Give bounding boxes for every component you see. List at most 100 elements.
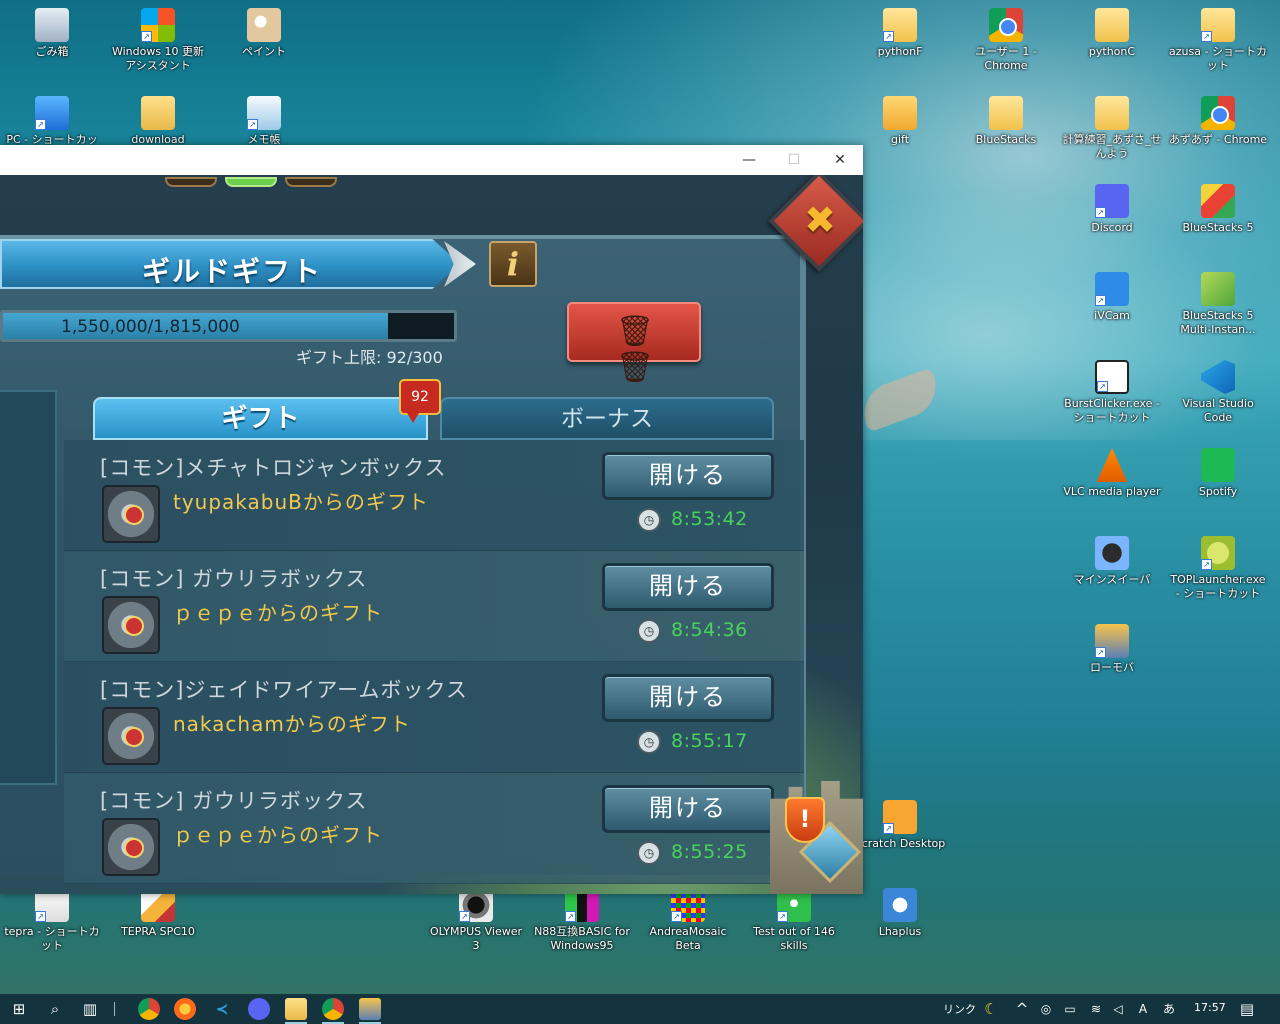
desktop-icon-gift[interactable]: gift — [850, 96, 950, 147]
close-window-button[interactable]: ✕ — [817, 145, 863, 175]
volume-icon[interactable]: ◁ — [1107, 998, 1129, 1020]
gift-name: [コモン]メチャトロジャンボックス — [100, 456, 447, 480]
tab-gift[interactable]: ギフト — [93, 397, 428, 440]
windows-update-icon: ↗ — [141, 8, 175, 42]
desktop-icon-scratch[interactable]: ↗ Scratch Desktop — [850, 800, 950, 851]
chrome-icon — [989, 8, 1023, 42]
desktop-icon-toplauncher[interactable]: ↗ TOPLauncher.exe - ショートカット — [1168, 536, 1268, 601]
trash-icon: 🗑🗑 — [615, 314, 655, 385]
gift-row: [コモン]ジェイドワイアームボックス nakachamからのギフト 開ける ◷ … — [64, 662, 804, 773]
desktop-icon-bluestacks-folder[interactable]: BlueStacks — [956, 96, 1056, 147]
chrome-icon[interactable] — [322, 998, 344, 1024]
desktop-icon-tepra-spc10[interactable]: TEPRA SPC10 — [108, 888, 208, 939]
desktop-icon-vlc[interactable]: VLC media player — [1062, 448, 1162, 499]
desktop-icon-vscode[interactable]: Visual Studio Code — [1168, 360, 1268, 425]
chrome-icon[interactable] — [138, 998, 160, 1020]
gift-list: [コモン]メチャトロジャンボックス tyupakabuBからのギフト 開ける ◷… — [64, 440, 804, 884]
explorer-icon[interactable] — [285, 998, 307, 1024]
gift-name: [コモン]ジェイドワイアームボックス — [100, 678, 468, 702]
page-dot-active — [225, 177, 277, 187]
delete-all-button[interactable]: 🗑🗑 — [567, 302, 701, 385]
desktop-icon-lords-mobile[interactable]: ↗ ローモバ — [1062, 624, 1162, 675]
search-icon[interactable]: ⌕ — [44, 998, 66, 1020]
clock-icon: ◷ — [637, 730, 661, 754]
close-icon[interactable]: ✖ — [800, 197, 840, 247]
spotify-icon — [1201, 448, 1235, 482]
guild-gift-progress-bar: 1,550,000/1,815,000 — [0, 310, 457, 342]
desktop-icon-test-skills[interactable]: ↗ Test out of 146 skills — [744, 888, 844, 953]
desktop-icon-olympus[interactable]: ↗ OLYMPUS Viewer 3 — [426, 888, 526, 953]
desktop-icon-recycle-bin[interactable]: ごみ箱 — [2, 8, 102, 59]
desktop-icon-pythonc[interactable]: pythonC — [1062, 8, 1162, 59]
notification-icon[interactable]: ▤ — [1236, 998, 1258, 1020]
input-mode-icon[interactable]: あ — [1158, 998, 1180, 1020]
battery-icon[interactable]: ▭ — [1059, 998, 1081, 1020]
alert-icon[interactable]: ! — [785, 797, 825, 843]
clock-text[interactable]: 17:57 — [1194, 1001, 1226, 1014]
lords-mobile-icon[interactable] — [359, 998, 381, 1024]
desktop-icon-bluestacks5[interactable]: BlueStacks 5 — [1168, 184, 1268, 235]
ime-icon[interactable]: A — [1132, 998, 1154, 1020]
vlc-icon — [1096, 448, 1128, 482]
desktop-icon-minesweeper[interactable]: マインスイーパ — [1062, 536, 1162, 587]
folder-icon — [989, 96, 1023, 130]
desktop-icon-chrome-user1[interactable]: ユーザー 1 - Chrome — [956, 8, 1056, 73]
gift-name: [コモン] ガウリラボックス — [100, 567, 368, 591]
task-view-icon[interactable]: ▥ — [79, 998, 101, 1020]
lhaplus-icon — [883, 888, 917, 922]
minimize-button[interactable]: — — [726, 145, 772, 175]
open-gift-button[interactable]: 開ける — [602, 452, 774, 500]
desktop-icon-pythonf[interactable]: ↗ pythonF — [850, 8, 950, 59]
gift-sender: nakachamからのギフト — [173, 712, 411, 736]
vscode-icon[interactable]: ≺ — [211, 998, 233, 1020]
open-gift-button[interactable]: 開ける — [602, 785, 774, 833]
desktop-icon-burstclicker[interactable]: ↗ BurstClicker.exe - ショートカット — [1062, 360, 1162, 425]
notepad-icon: ↗ — [247, 96, 281, 130]
start-icon[interactable]: ⊞ — [8, 998, 30, 1020]
desktop-icon-azusa[interactable]: ↗ azusa - ショートカット — [1168, 8, 1268, 73]
taskbar: ⊞ ⌕ ▥ ≺ リンク ☾ ^ ◎ ▭ ≋ ◁ A あ 17:57 ▤ — [0, 994, 1280, 1024]
tab-bonus[interactable]: ボーナス — [440, 397, 774, 440]
desktop-icon-lhaplus[interactable]: Lhaplus — [850, 888, 950, 939]
desktop-icon-ivcam[interactable]: ↗ iVCam — [1062, 272, 1162, 323]
gift-count-badge: 92 — [399, 379, 441, 423]
desktop-icon-n88-basic[interactable]: ↗ N88互換BASIC for Windows95 — [532, 888, 632, 953]
link-toolbar-label[interactable]: リンク — [943, 1001, 976, 1017]
discord-icon[interactable] — [248, 998, 270, 1020]
folder-icon: ↗ — [883, 8, 917, 42]
camera-icon[interactable]: ◎ — [1035, 998, 1057, 1020]
gift-sender: tyupakabuBからのギフト — [173, 490, 429, 514]
maximize-button[interactable]: ☐ — [771, 145, 817, 175]
desktop-icon-paint[interactable]: ペイント — [214, 8, 314, 59]
open-gift-button[interactable]: 開ける — [602, 563, 774, 611]
desktop-icon-chrome-azuazu[interactable]: あずあず - Chrome — [1168, 96, 1268, 147]
window-titlebar[interactable]: — ☐ ✕ — [0, 145, 863, 175]
info-button[interactable]: i — [489, 241, 537, 287]
desktop-icon-bluestacks-multi[interactable]: BlueStacks 5 Multi-Instan... — [1168, 272, 1268, 337]
firefox-icon[interactable] — [174, 998, 196, 1020]
desktop-icon-windows-update[interactable]: ↗ Windows 10 更新アシスタント — [108, 8, 208, 73]
side-panel — [0, 390, 57, 785]
page-indicator — [165, 177, 337, 187]
desktop-icon-keisan[interactable]: 計算練習_あずさ_せんよう — [1062, 96, 1162, 161]
desktop-icon-spotify[interactable]: Spotify — [1168, 448, 1268, 499]
page-dot — [285, 177, 337, 187]
desktop-icon-andreamosaic[interactable]: ↗ AndreaMosaic Beta — [638, 888, 738, 953]
scratch-icon: ↗ — [883, 800, 917, 834]
clock-icon: ◷ — [637, 619, 661, 643]
desktop-icon-download[interactable]: download — [108, 96, 208, 147]
toplauncher-icon: ↗ — [1201, 536, 1235, 570]
gift-row: [コモン] ガウリラボックス ｐｅｐｅからのギフト 開ける ◷ 8:54:36 — [64, 551, 804, 662]
desktop-icon-discord[interactable]: ↗ Discord — [1062, 184, 1162, 235]
gift-sender: ｐｅｐｅからのギフト — [173, 601, 383, 625]
folder-icon — [1095, 96, 1129, 130]
chevron-up-icon[interactable]: ^ — [1011, 998, 1033, 1020]
bluestacks-multi-icon — [1201, 272, 1235, 306]
desktop-icon-notepad[interactable]: ↗ メモ帳 — [214, 96, 314, 147]
wifi-icon[interactable]: ≋ — [1085, 998, 1107, 1020]
game-viewport: ギルドギフト i ✖ 1,550,000/1,815,000 ギフト上限: 92… — [0, 175, 863, 894]
moon-icon[interactable]: ☾ — [980, 998, 1002, 1020]
desktop-icon-tepra[interactable]: ↗ tepra - ショートカット — [2, 888, 102, 953]
open-gift-button[interactable]: 開ける — [602, 674, 774, 722]
gift-file-icon — [883, 96, 917, 130]
